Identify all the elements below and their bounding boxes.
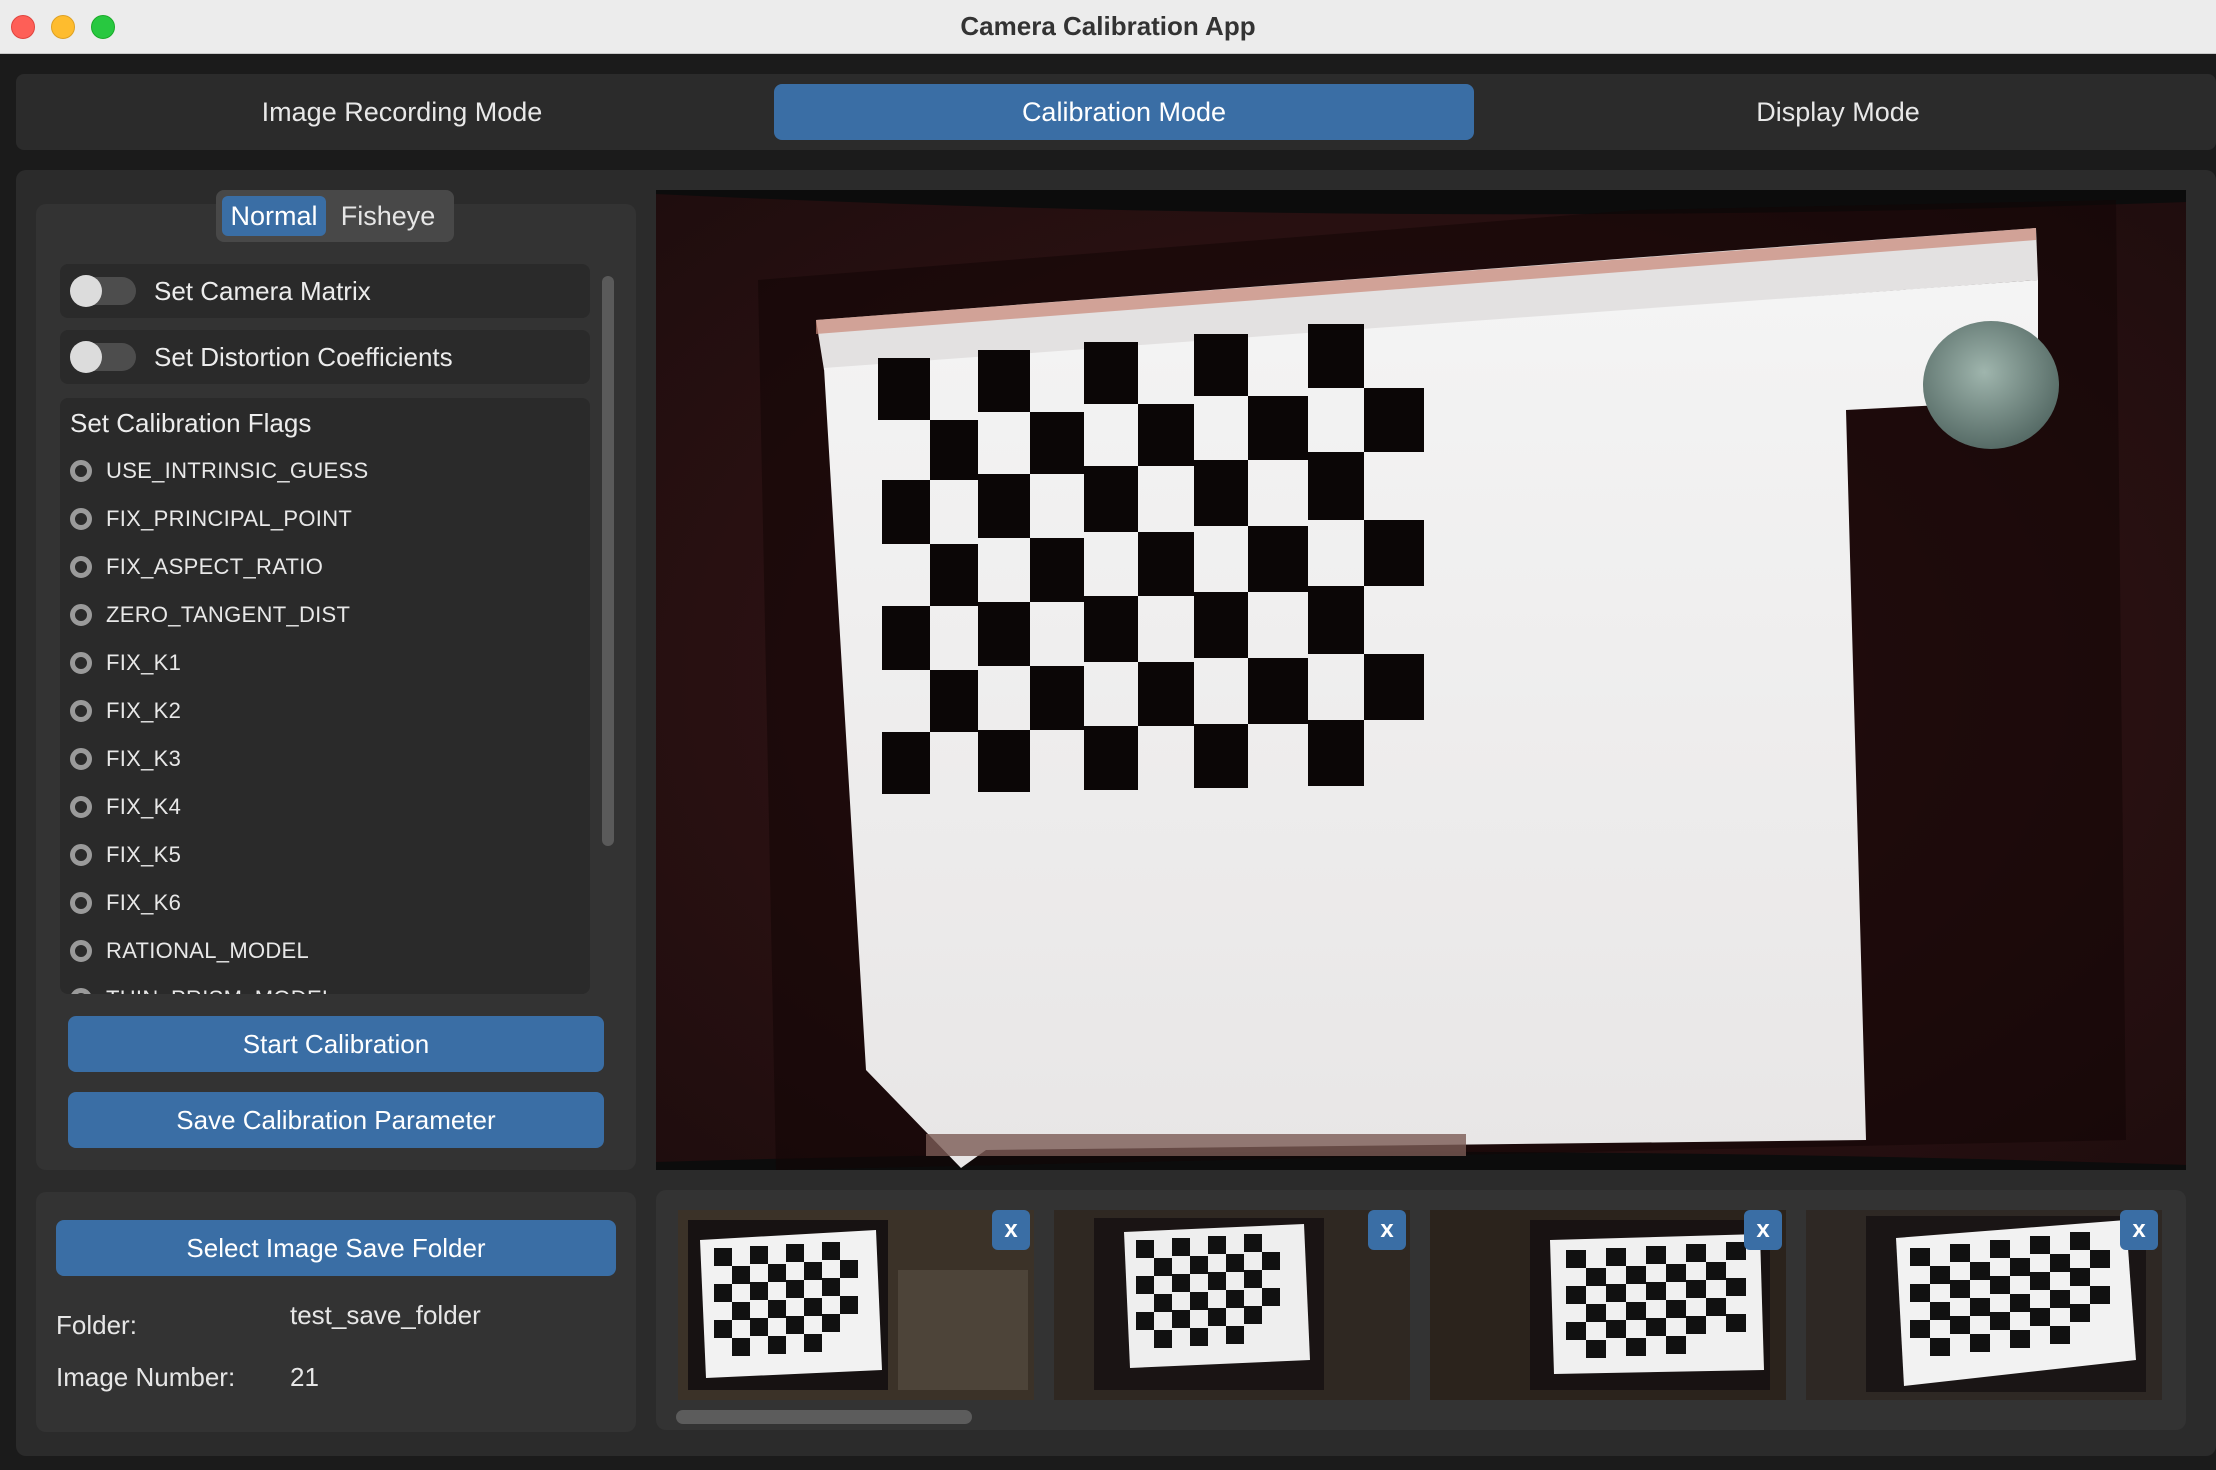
tab-image-recording-mode[interactable]: Image Recording Mode — [32, 84, 772, 140]
flag-option[interactable]: FIX_K1 — [70, 648, 181, 678]
folder-label: Folder: — [56, 1310, 137, 1340]
lens-fisheye-option[interactable]: Fisheye — [328, 196, 448, 236]
captured-images-strip[interactable]: x x x x — [656, 1190, 2186, 1430]
thumbnails-scrollbar[interactable] — [676, 1410, 972, 1424]
save-calibration-parameter-button[interactable]: Save Calibration Parameter — [68, 1092, 604, 1148]
flag-option[interactable]: FIX_K5 — [70, 840, 181, 870]
radio-icon — [70, 796, 92, 818]
radio-icon — [70, 556, 92, 578]
radio-icon — [70, 748, 92, 770]
distortion-coefficients-row: Set Distortion Coefficients — [60, 330, 590, 384]
window-title: Camera Calibration App — [960, 11, 1256, 41]
distortion-coefficients-toggle[interactable] — [70, 341, 136, 373]
flag-option[interactable]: USE_INTRINSIC_GUESS — [70, 456, 368, 486]
radio-icon — [70, 940, 92, 962]
tab-calibration-mode[interactable]: Calibration Mode — [774, 84, 1474, 140]
captured-image-thumbnail[interactable] — [1054, 1210, 1410, 1400]
flag-option[interactable]: FIX_ASPECT_RATIO — [70, 552, 323, 582]
toggle-knob — [70, 341, 102, 373]
radio-icon — [70, 844, 92, 866]
captured-image-thumbnail[interactable] — [678, 1210, 1034, 1400]
delete-image-button[interactable]: x — [2120, 1210, 2158, 1250]
lens-normal-option[interactable]: Normal — [222, 196, 326, 236]
flag-option[interactable]: ZERO_TANGENT_DIST — [70, 600, 350, 630]
radio-icon — [70, 700, 92, 722]
folder-value: test_save_folder — [290, 1300, 481, 1330]
thumbnail-graphic — [1430, 1210, 1786, 1400]
delete-image-button[interactable]: x — [1368, 1210, 1406, 1250]
camera-matrix-toggle[interactable] — [70, 275, 136, 307]
flag-option[interactable]: FIX_K3 — [70, 744, 181, 774]
flag-option[interactable]: THIN_PRISM_MODEL — [70, 984, 335, 994]
radio-icon — [70, 652, 92, 674]
delete-image-button[interactable]: x — [1744, 1210, 1782, 1250]
start-calibration-button[interactable]: Start Calibration — [68, 1016, 604, 1072]
radio-icon — [70, 460, 92, 482]
thumbnail-graphic — [1054, 1210, 1410, 1400]
tab-display-mode[interactable]: Display Mode — [1476, 84, 2200, 140]
thumbnail-graphic — [678, 1210, 1034, 1400]
toggle-knob — [70, 275, 102, 307]
radio-icon — [70, 604, 92, 626]
radio-icon — [70, 892, 92, 914]
flag-option[interactable]: FIX_K4 — [70, 792, 181, 822]
flags-scrollbar[interactable] — [602, 276, 614, 846]
title-bar: Camera Calibration App — [0, 0, 2216, 54]
flag-option[interactable]: RATIONAL_MODEL — [70, 936, 309, 966]
delete-image-button[interactable]: x — [992, 1210, 1030, 1250]
image-number-label: Image Number: — [56, 1362, 236, 1392]
image-number-value: 21 — [290, 1362, 319, 1392]
thumbnail-graphic — [1806, 1210, 2162, 1400]
select-image-save-folder-button[interactable]: Select Image Save Folder — [56, 1220, 616, 1276]
camera-matrix-label: Set Camera Matrix — [154, 276, 371, 306]
calibration-preview-image — [656, 190, 2186, 1170]
lens-type-selector: Normal Fisheye — [216, 190, 454, 242]
radio-icon — [70, 508, 92, 530]
calibration-flags-list[interactable]: Set Calibration Flags USE_INTRINSIC_GUES… — [60, 398, 590, 994]
captured-image-thumbnail[interactable] — [1806, 1210, 2162, 1400]
preview-image-graphic — [656, 190, 2186, 1170]
distortion-coefficients-label: Set Distortion Coefficients — [154, 342, 453, 372]
camera-matrix-row: Set Camera Matrix — [60, 264, 590, 318]
flag-option[interactable]: FIX_K2 — [70, 696, 181, 726]
flag-option[interactable]: FIX_K6 — [70, 888, 181, 918]
radio-icon — [70, 988, 92, 994]
calibration-flags-title: Set Calibration Flags — [70, 408, 312, 438]
captured-image-thumbnail[interactable] — [1430, 1210, 1786, 1400]
flag-option[interactable]: FIX_PRINCIPAL_POINT — [70, 504, 352, 534]
mode-selector: Image Recording Mode Calibration Mode Di… — [16, 74, 2216, 150]
